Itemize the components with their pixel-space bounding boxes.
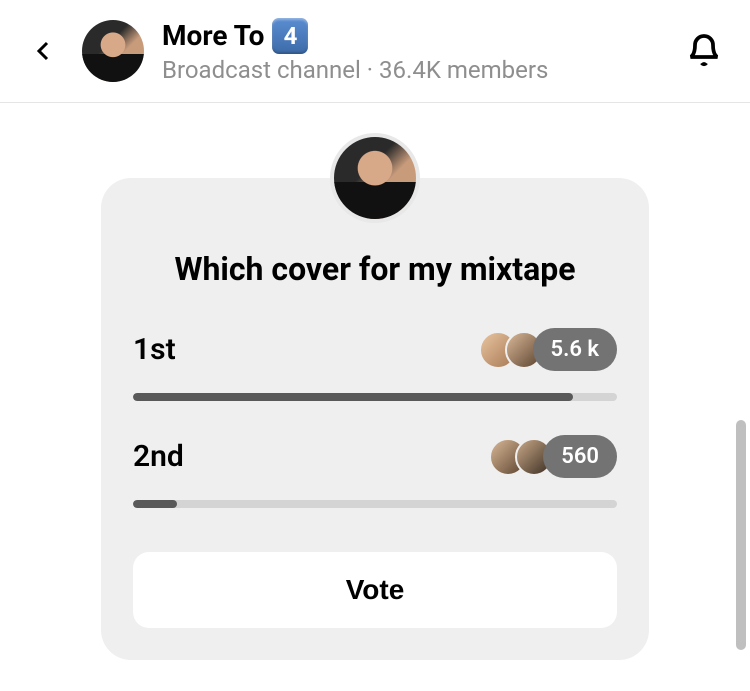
chevron-left-icon [32, 39, 56, 63]
poll-option-stats: 5.6 k [491, 328, 617, 371]
notifications-button[interactable] [682, 29, 726, 73]
channel-subtitle: Broadcast channel · 36.4K members [162, 56, 664, 84]
subtitle-separator: · [361, 56, 379, 84]
progress-fill [133, 393, 573, 401]
content-area: Which cover for my mixtape 1st 5.6 k 2nd [0, 103, 750, 660]
members-count: 36.4K members [379, 56, 548, 84]
sender-avatar[interactable] [330, 133, 420, 223]
vote-count-badge: 5.6 k [533, 328, 617, 371]
channel-type-label: Broadcast channel [162, 56, 361, 84]
poll-option[interactable]: 2nd 560 [133, 435, 617, 508]
channel-header: More To 4 Broadcast channel · 36.4K memb… [0, 0, 750, 103]
vote-count-badge: 560 [543, 435, 617, 478]
progress-track [133, 393, 617, 401]
poll-question: Which cover for my mixtape [133, 250, 617, 288]
progress-track [133, 500, 617, 508]
channel-title-text: More To [162, 19, 264, 53]
poll-option-label: 1st [133, 332, 176, 367]
channel-title: More To 4 [162, 18, 664, 54]
scrollbar-thumb[interactable] [736, 420, 746, 650]
channel-info[interactable]: More To 4 Broadcast channel · 36.4K memb… [162, 18, 664, 84]
poll-option[interactable]: 1st 5.6 k [133, 328, 617, 401]
number-four-emoji-icon: 4 [272, 18, 308, 54]
channel-avatar[interactable] [82, 20, 144, 82]
bell-icon [686, 33, 722, 69]
poll-card: Which cover for my mixtape 1st 5.6 k 2nd [101, 178, 649, 660]
progress-fill [133, 500, 177, 508]
poll-option-header: 2nd 560 [133, 435, 617, 478]
poll-option-header: 1st 5.6 k [133, 328, 617, 371]
back-button[interactable] [24, 31, 64, 71]
vote-button[interactable]: Vote [133, 552, 617, 628]
poll-option-stats: 560 [501, 435, 617, 478]
poll-option-label: 2nd [133, 439, 184, 474]
